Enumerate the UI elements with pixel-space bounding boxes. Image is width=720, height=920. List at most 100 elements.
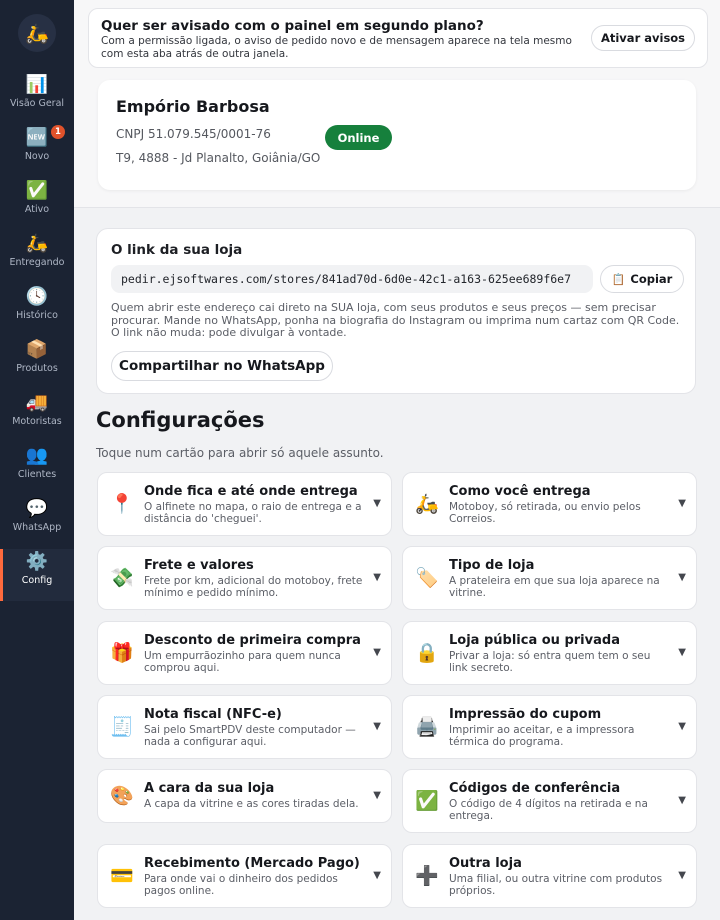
- money-icon: 💸: [110, 567, 134, 589]
- chevron-down-icon[interactable]: ▼: [678, 572, 686, 583]
- sidebar-item-historico[interactable]: 🕓 Histórico: [0, 284, 74, 336]
- sidebar-item-ativo[interactable]: ✅ Ativo: [0, 178, 74, 230]
- settings-card-title: Nota fiscal (NFC-e): [144, 707, 282, 722]
- settings-card[interactable]: 🛵 Como você entrega Motoboy, só retirada, …: [402, 472, 697, 536]
- settings-card-description: A capa da vitrine e as cores tiradas del…: [144, 798, 359, 810]
- store-card: Empório Barbosa CNPJ 51.079.545/0001-76 …: [98, 80, 696, 190]
- sidebar-item-whatsapp[interactable]: 💬 WhatsApp: [0, 496, 74, 548]
- settings-card-description: Imprimir ao aceitar, e a impressora térm…: [449, 724, 635, 749]
- check-icon: ✅: [415, 790, 439, 812]
- store-link-url[interactable]: pedir.ejsoftwares.com/stores/841ad70d-6d…: [111, 265, 593, 293]
- chevron-down-icon[interactable]: ▼: [373, 721, 381, 732]
- store-address: T9, 4888 - Jd Planalto, Goiânia/GO: [116, 151, 321, 165]
- settings-card-title: Desconto de primeira compra: [144, 633, 361, 648]
- settings-card[interactable]: 🎁 Desconto de primeira compra Um empurrãoz…: [97, 621, 392, 685]
- notification-title: Quer ser avisado com o painel em segundo…: [101, 18, 484, 34]
- lock-icon: 🔒: [415, 642, 439, 664]
- status-badge: Online: [325, 125, 392, 150]
- nav-icon: ✅: [25, 180, 49, 201]
- chevron-down-icon[interactable]: ▼: [373, 870, 381, 881]
- settings-card[interactable]: 🧾 Nota fiscal (NFC-e) Sai pelo SmartPDV de…: [97, 695, 392, 759]
- nav-icon: 🛵: [25, 233, 49, 254]
- printer-icon: 🖨️: [415, 716, 439, 738]
- settings-card-title: Tipo de loja: [449, 558, 535, 573]
- sidebar-item-label: Ativo: [24, 204, 50, 215]
- sidebar-item-label: Config: [21, 575, 53, 586]
- settings-card-title: Códigos de conferência: [449, 781, 621, 796]
- nav-icon: 🚚: [25, 392, 49, 413]
- sidebar-item-label: Clientes: [17, 469, 57, 480]
- settings-card-title: Recebimento (Mercado Pago): [144, 856, 360, 871]
- palette-icon: 🎨: [110, 785, 134, 807]
- sidebar-item-produtos[interactable]: 📦 Produtos: [0, 337, 74, 389]
- clipboard-icon: 📋: [611, 272, 626, 286]
- copy-button-label: Copiar: [630, 272, 673, 286]
- chevron-down-icon[interactable]: ▼: [678, 721, 686, 732]
- store-link-card: O link da sua loja pedir.ejsoftwares.com…: [96, 228, 696, 394]
- scooter-icon[interactable]: 🛵: [18, 14, 56, 52]
- settings-card-title: Como você entrega: [449, 484, 591, 499]
- sidebar-item-label: Entregando: [9, 257, 65, 268]
- settings-card-title: Frete e valores: [144, 558, 254, 573]
- sidebar-item-label: Histórico: [16, 310, 58, 321]
- settings-card-title: Onde fica e até onde entrega: [144, 484, 358, 499]
- chevron-down-icon[interactable]: ▼: [373, 790, 381, 801]
- settings-card[interactable]: ✅ Códigos de conferência O código de 4 díg…: [402, 769, 697, 833]
- receipt-icon: 🧾: [110, 716, 134, 738]
- scooter-icon: 🛵: [415, 493, 439, 515]
- sidebar-item-motoristas[interactable]: 🚚 Motoristas: [0, 390, 74, 442]
- chevron-down-icon[interactable]: ▼: [373, 498, 381, 509]
- settings-card[interactable]: 🖨️ Impressão do cupom Imprimir ao aceitar,…: [402, 695, 697, 759]
- chevron-down-icon[interactable]: ▼: [678, 647, 686, 658]
- settings-card-description: A prateleira em que sua loja aparece na …: [449, 575, 660, 600]
- settings-card[interactable]: 📍 Onde fica e até onde entrega O alfinete …: [97, 472, 392, 536]
- notification-text: Com a permissão ligada, o aviso de pedid…: [101, 35, 572, 60]
- main-content: Quer ser avisado com o painel em segundo…: [74, 0, 720, 920]
- settings-card[interactable]: 🏷️ Tipo de loja A prateleira em que sua lo…: [402, 546, 697, 610]
- settings-card[interactable]: 💳 Recebimento (Mercado Pago) Para onde vai…: [97, 844, 392, 908]
- nav-icon: ⚙️: [25, 551, 49, 572]
- header-section: Quer ser avisado com o painel em segundo…: [74, 0, 720, 208]
- settings-card-description: Privar a loja: só entra quem tem o seu l…: [449, 650, 651, 675]
- chevron-down-icon[interactable]: ▼: [678, 498, 686, 509]
- settings-card[interactable]: 🎨 A cara da sua loja A capa da vitrine e a…: [97, 769, 392, 823]
- settings-card[interactable]: 💸 Frete e valores Frete por km, adicional …: [97, 546, 392, 610]
- settings-card-description: Um empurrãozinho para quem nunca comprou…: [144, 650, 341, 675]
- plus-icon: ➕: [415, 865, 439, 887]
- sidebar-item-clientes[interactable]: 👥 Clientes: [0, 443, 74, 495]
- chevron-down-icon[interactable]: ▼: [678, 795, 686, 806]
- settings-card-title: Outra loja: [449, 856, 522, 871]
- sidebar-item-label: Visão Geral: [9, 98, 65, 109]
- sidebar-item-novo[interactable]: 🆕 Novo 1: [0, 125, 74, 177]
- settings-card[interactable]: 🔒 Loja pública ou privada Privar a loja: s…: [402, 621, 697, 685]
- sidebar-item-label: WhatsApp: [12, 522, 62, 533]
- settings-card-description: O alfinete no mapa, o raio de entrega e …: [144, 501, 362, 526]
- sidebar-item-label: Motoristas: [12, 416, 62, 427]
- enable-notifications-button[interactable]: Ativar avisos: [591, 25, 695, 51]
- chevron-down-icon[interactable]: ▼: [678, 870, 686, 881]
- store-link-title: O link da sua loja: [111, 242, 243, 258]
- copy-button[interactable]: 📋 Copiar: [600, 265, 684, 293]
- settings-card-title: Impressão do cupom: [449, 707, 602, 722]
- sidebar-item-label: Produtos: [16, 363, 58, 374]
- nav-icon: 📊: [25, 74, 49, 95]
- sidebar-item-visao-geral[interactable]: 📊 Visão Geral: [0, 72, 74, 124]
- share-whatsapp-button[interactable]: Compartilhar no WhatsApp: [111, 351, 333, 381]
- notification-count-badge: 1: [51, 125, 65, 139]
- sidebar-item-config[interactable]: ⚙️ Config: [0, 549, 74, 601]
- settings-card-title: Loja pública ou privada: [449, 633, 620, 648]
- sidebar-item-entregando[interactable]: 🛵 Entregando: [0, 231, 74, 283]
- nav-icon: 💬: [25, 498, 49, 519]
- store-name: Empório Barbosa: [116, 97, 270, 116]
- settings-subtitle: Toque num cartão para abrir só aquele as…: [96, 446, 384, 460]
- store-cnpj: CNPJ 51.079.545/0001-76: [116, 127, 271, 141]
- chevron-down-icon[interactable]: ▼: [373, 647, 381, 658]
- tag-icon: 🏷️: [415, 567, 439, 589]
- chevron-down-icon[interactable]: ▼: [373, 572, 381, 583]
- gift-icon: 🎁: [110, 642, 134, 664]
- nav-icon: 📦: [25, 339, 49, 360]
- settings-card-description: Motoboy, só retirada, ou envio pelos Cor…: [449, 501, 641, 526]
- settings-card-title: A cara da sua loja: [144, 781, 275, 796]
- store-link-description: Quem abrir este endereço cai direto na S…: [111, 301, 680, 339]
- settings-card[interactable]: ➕ Outra loja Uma filial, ou outra vitrine …: [402, 844, 697, 908]
